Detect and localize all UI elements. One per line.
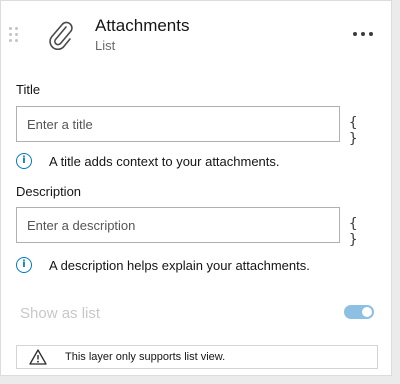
notice-text: This layer only supports list view. xyxy=(65,351,226,363)
warning-icon xyxy=(29,349,47,365)
title-label: Title xyxy=(16,82,41,97)
drag-handle-icon[interactable] xyxy=(9,27,21,47)
title-input[interactable] xyxy=(17,107,339,141)
more-options-button[interactable] xyxy=(351,27,375,41)
info-icon: i xyxy=(16,153,32,169)
panel-subtitle: List xyxy=(95,38,116,53)
description-input[interactable] xyxy=(17,208,339,242)
title-expression-button[interactable]: { } xyxy=(349,115,371,147)
title-hint: A title adds context to your attachments… xyxy=(49,154,280,169)
toggle-knob xyxy=(362,307,372,317)
title-input-box xyxy=(16,106,340,142)
info-icon: i xyxy=(16,257,32,273)
attachments-panel: Attachments List Title { } i A title add… xyxy=(0,0,392,376)
show-as-list-label: Show as list xyxy=(20,305,101,322)
paperclip-icon xyxy=(49,21,73,50)
show-as-list-toggle[interactable] xyxy=(344,305,374,319)
description-label: Description xyxy=(16,184,82,199)
description-input-box xyxy=(16,207,340,243)
notice-banner: This layer only supports list view. xyxy=(16,345,378,369)
description-hint: A description helps explain your attachm… xyxy=(49,258,310,273)
panel-title: Attachments xyxy=(95,16,190,35)
description-expression-button[interactable]: { } xyxy=(349,216,371,248)
